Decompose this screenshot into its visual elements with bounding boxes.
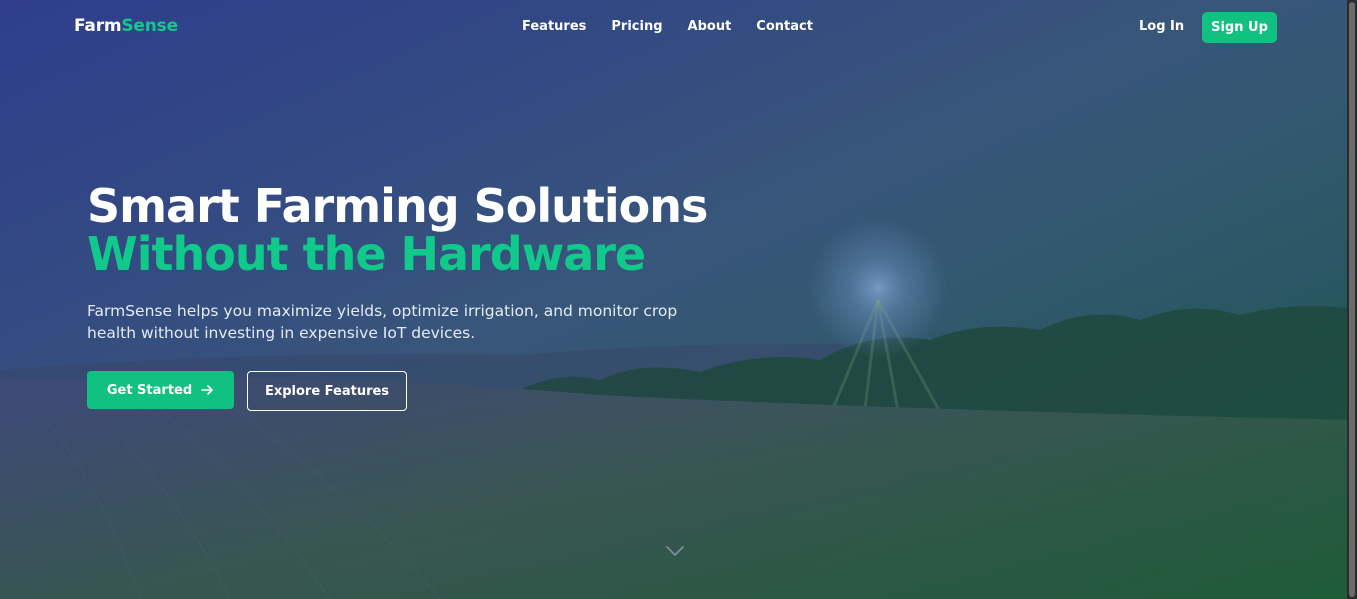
explore-features-button[interactable]: Explore Features [247, 371, 407, 411]
page-scrollbar[interactable] [1347, 0, 1357, 599]
hero-headline-line1: Smart Farming Solutions [87, 179, 708, 233]
login-link[interactable]: Log In [1139, 19, 1184, 34]
signup-button-label: Sign Up [1211, 20, 1268, 35]
nav-link-contact[interactable]: Contact [756, 19, 813, 34]
chevron-down-icon[interactable] [665, 544, 685, 558]
hero-section: FarmSense Features Pricing About Contact… [0, 0, 1357, 599]
nav-link-features[interactable]: Features [522, 19, 586, 34]
nav-links: Features Pricing About Contact [522, 19, 813, 34]
hero-headline-line2: Without the Hardware [87, 227, 646, 281]
brand-name-part2: Sense [121, 16, 178, 36]
arrow-right-icon [201, 385, 213, 395]
hero-subtext: FarmSense helps you maximize yields, opt… [87, 302, 678, 342]
brand-name-part1: Farm [74, 16, 122, 36]
signup-button[interactable]: Sign Up [1202, 12, 1277, 43]
get-started-button[interactable]: Get Started [87, 371, 234, 409]
nav-link-about[interactable]: About [688, 19, 732, 34]
explore-features-label: Explore Features [264, 383, 390, 399]
nav-link-pricing[interactable]: Pricing [611, 19, 662, 34]
hero-headline: Smart Farming Solutions Without the Hard… [87, 179, 708, 281]
top-navbar: FarmSense Features Pricing About Contact… [0, 0, 1347, 56]
brand-logo[interactable]: FarmSense [74, 16, 178, 36]
get-started-label: Get Started [106, 382, 193, 398]
scrollbar-thumb[interactable] [1349, 2, 1355, 597]
